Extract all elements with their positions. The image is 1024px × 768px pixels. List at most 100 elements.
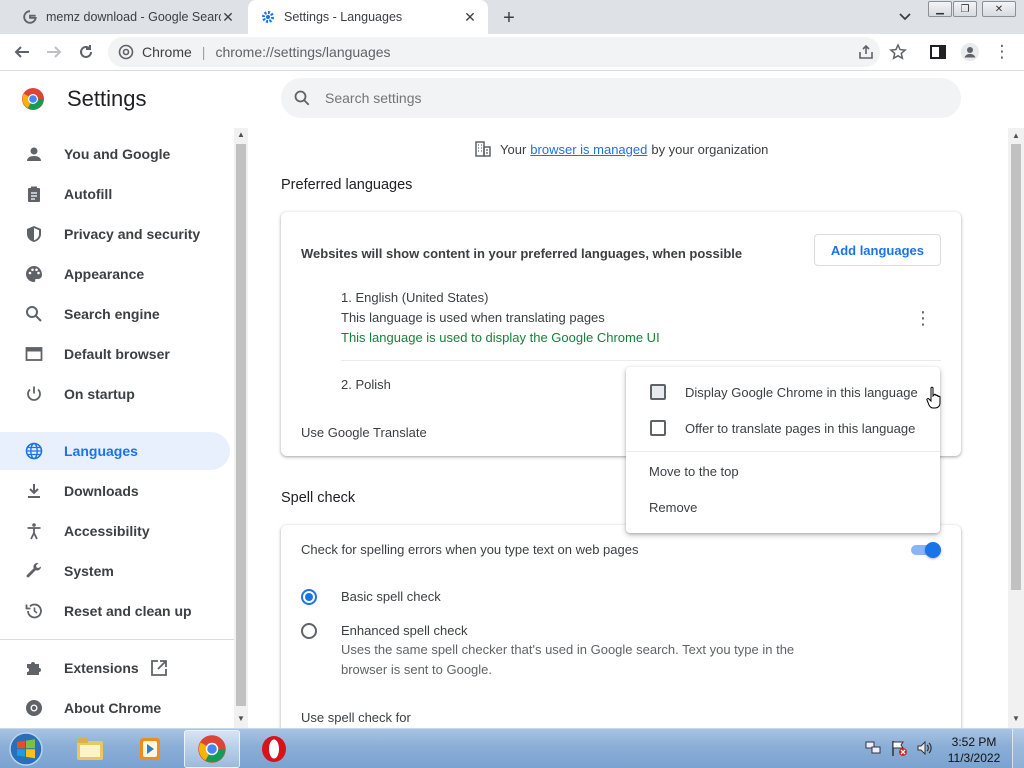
show-desktop-button[interactable] xyxy=(1012,729,1024,768)
close-tab-icon[interactable]: ✕ xyxy=(462,9,478,25)
tab-search-chevron-icon[interactable] xyxy=(896,9,914,25)
sidebar-item-languages[interactable]: Languages xyxy=(0,432,230,470)
close-window-button[interactable]: ✕ xyxy=(982,1,1016,17)
sidebar-item-default-browser[interactable]: Default browser xyxy=(0,335,230,373)
menu-item-move-to-top[interactable]: Move to the top xyxy=(626,453,940,489)
start-button[interactable] xyxy=(6,731,46,767)
language-more-actions-icon[interactable]: ⋮ xyxy=(913,308,933,328)
reload-icon[interactable] xyxy=(76,42,96,62)
main-scrollbar[interactable]: ▲ ▼ xyxy=(1008,128,1024,728)
menu-separator xyxy=(626,451,940,452)
sidebar-item-autofill[interactable]: Autofill xyxy=(0,175,230,213)
chrome-taskbar-icon[interactable] xyxy=(184,730,240,768)
sidebar-item-on-startup[interactable]: On startup xyxy=(0,375,230,413)
sidebar-item-system[interactable]: System xyxy=(0,552,230,590)
menu-item-label: Move to the top xyxy=(649,463,739,479)
sidebar-item-appearance[interactable]: Appearance xyxy=(0,255,230,293)
managed-suffix: by your organization xyxy=(651,141,769,157)
tab-strip: memz download - Google Search ✕ Settings… xyxy=(0,0,1024,34)
scrollbar-thumb[interactable] xyxy=(1011,144,1021,590)
language-divider xyxy=(341,360,941,361)
scroll-down-arrow-icon[interactable]: ▼ xyxy=(237,714,245,723)
opera-icon[interactable] xyxy=(246,730,302,768)
back-arrow-icon[interactable] xyxy=(12,42,32,62)
scroll-up-arrow-icon[interactable]: ▲ xyxy=(237,130,245,139)
offer-translate-checkbox[interactable] xyxy=(650,420,666,436)
sidebar-item-reset-and-clean-up[interactable]: Reset and clean up xyxy=(0,592,230,630)
sidebar-item-label: Autofill xyxy=(64,186,113,202)
spell-check-title: Spell check xyxy=(281,490,356,506)
sidebar-item-search-engine[interactable]: Search engine xyxy=(0,295,230,333)
wrench-icon xyxy=(24,561,44,581)
sidebar-divider xyxy=(0,639,234,640)
share-icon[interactable] xyxy=(856,42,876,62)
action-center-flag-icon[interactable] xyxy=(890,739,908,760)
url-text: chrome://settings/languages xyxy=(215,44,391,60)
sidebar-item-label: Reset and clean up xyxy=(64,603,192,619)
google-g-icon xyxy=(22,9,38,25)
spell-check-toggle[interactable] xyxy=(909,542,941,558)
enhanced-spell-check-radio[interactable] xyxy=(301,623,317,639)
sidebar-item-label: Downloads xyxy=(64,483,139,499)
menu-item-label: Offer to translate pages in this languag… xyxy=(685,420,916,436)
browser-toolbar: Chrome | chrome://settings/languages ⋮ xyxy=(0,34,1024,71)
scrollbar-thumb[interactable] xyxy=(236,144,246,706)
search-icon xyxy=(293,89,311,107)
enhanced-spell-check-label: Enhanced spell check xyxy=(341,623,468,638)
tab-google-search[interactable]: memz download - Google Search ✕ xyxy=(0,0,246,34)
search-settings-box[interactable] xyxy=(281,78,961,118)
forward-arrow-icon[interactable] xyxy=(44,42,64,62)
address-bar[interactable]: Chrome | chrome://settings/languages xyxy=(108,37,880,67)
sidebar-item-about-chrome[interactable]: About Chrome xyxy=(0,689,230,727)
sidebar-item-label: Privacy and security xyxy=(64,226,201,242)
browser-managed-link[interactable]: browser is managed xyxy=(530,142,647,157)
taskbar-clock[interactable]: 3:52 PM 11/3/2022 xyxy=(944,734,1004,766)
puzzle-icon xyxy=(24,658,44,678)
minimize-button[interactable]: ▁ xyxy=(928,1,952,17)
sidebar-item-privacy-and-security[interactable]: Privacy and security xyxy=(0,215,230,253)
chrome-site-icon xyxy=(118,44,134,60)
open-in-new-icon xyxy=(150,659,168,680)
settings-sidebar: Settings You and Google Autofill Privacy… xyxy=(0,72,234,728)
media-player-icon[interactable] xyxy=(122,730,178,768)
bookmark-star-icon[interactable] xyxy=(888,42,908,62)
restore-button[interactable]: ❐ xyxy=(953,1,977,17)
sidebar-item-downloads[interactable]: Downloads xyxy=(0,472,230,510)
profile-avatar-icon[interactable] xyxy=(960,42,980,62)
sidebar-item-accessibility[interactable]: Accessibility xyxy=(0,512,230,550)
windows-taskbar: 3:52 PM 11/3/2022 xyxy=(0,728,1024,768)
volume-icon[interactable] xyxy=(916,739,934,760)
tab-settings-languages[interactable]: Settings - Languages ✕ xyxy=(248,0,488,34)
network-icon[interactable] xyxy=(864,739,882,760)
new-tab-button[interactable]: + xyxy=(498,7,520,29)
sidebar-item-extensions[interactable]: Extensions xyxy=(0,649,230,687)
enhanced-spell-check-description: Uses the same spell checker that's used … xyxy=(341,642,795,677)
language-note-ui: This language is used to display the Goo… xyxy=(341,330,660,345)
menu-item-display-chrome-in-language[interactable]: Display Google Chrome in this language xyxy=(626,374,940,410)
display-language-checkbox[interactable] xyxy=(650,384,666,400)
menu-item-label: Remove xyxy=(649,499,698,515)
search-input[interactable] xyxy=(325,90,885,106)
hand-cursor-icon xyxy=(926,386,942,410)
sidebar-item-label: You and Google xyxy=(64,146,171,162)
menu-item-remove[interactable]: Remove xyxy=(626,489,940,525)
system-tray xyxy=(864,739,934,760)
menu-item-offer-to-translate[interactable]: Offer to translate pages in this languag… xyxy=(626,410,940,446)
more-menu-icon[interactable]: ⋮ xyxy=(992,42,1012,62)
add-languages-button[interactable]: Add languages xyxy=(813,234,941,266)
preferred-languages-title: Preferred languages xyxy=(281,177,413,193)
sidebar-scrollbar[interactable]: ▲ ▼ xyxy=(234,128,248,728)
scroll-up-arrow-icon[interactable]: ▲ xyxy=(1012,131,1020,140)
history-icon xyxy=(24,601,44,621)
sidebar-item-label: About Chrome xyxy=(64,700,162,716)
sidebar-item-you-and-google[interactable]: You and Google xyxy=(0,135,230,173)
globe-icon xyxy=(24,441,44,461)
scroll-down-arrow-icon[interactable]: ▼ xyxy=(1012,714,1020,723)
browser-window-icon xyxy=(24,344,44,364)
close-tab-icon[interactable]: ✕ xyxy=(220,9,236,25)
shield-icon xyxy=(24,224,44,244)
basic-spell-check-radio[interactable] xyxy=(301,589,317,605)
sidebar-item-label: Accessibility xyxy=(64,523,150,539)
side-panel-icon[interactable] xyxy=(928,42,948,62)
windows-explorer-icon[interactable] xyxy=(62,730,118,768)
